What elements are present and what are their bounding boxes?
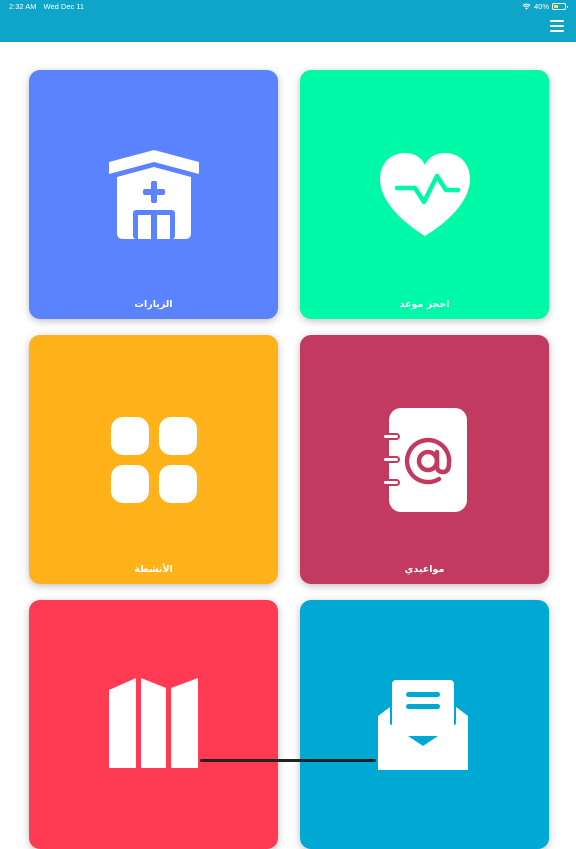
battery-icon (552, 3, 568, 10)
tile-label: احجز موعد (399, 299, 450, 310)
grid-apps-icon (110, 416, 197, 503)
tile-book-appointment[interactable]: احجز موعد (300, 70, 549, 319)
status-time: 2:32 AM Wed Dec 11 (9, 2, 84, 11)
battery-percent: 40% (533, 2, 549, 11)
home-indicator (200, 759, 376, 762)
top-bar: 2:32 AM Wed Dec 11 40% (0, 0, 576, 42)
status-indicators: 40% (522, 2, 568, 11)
heart-pulse-icon (379, 152, 470, 236)
tile-label: الزيارات (134, 299, 173, 310)
tile-label: مواعيدي (404, 564, 445, 575)
tile-activities[interactable]: الأنشطة (29, 335, 278, 584)
open-envelope-icon (378, 680, 468, 770)
tile-map[interactable] (29, 600, 278, 849)
hamburger-menu-icon[interactable] (550, 20, 564, 32)
map-icon (109, 678, 198, 768)
tile-messages[interactable] (300, 600, 549, 849)
wifi-icon (522, 3, 531, 10)
tile-label: الأنشطة (134, 564, 173, 575)
hospital-icon (108, 149, 199, 239)
address-book-icon (381, 407, 467, 512)
tile-my-appointments[interactable]: مواعيدي (300, 335, 549, 584)
tile-visits[interactable]: الزيارات (29, 70, 278, 319)
status-time-text: 2:32 AM (9, 2, 37, 11)
status-date: Wed Dec 11 (43, 2, 85, 11)
